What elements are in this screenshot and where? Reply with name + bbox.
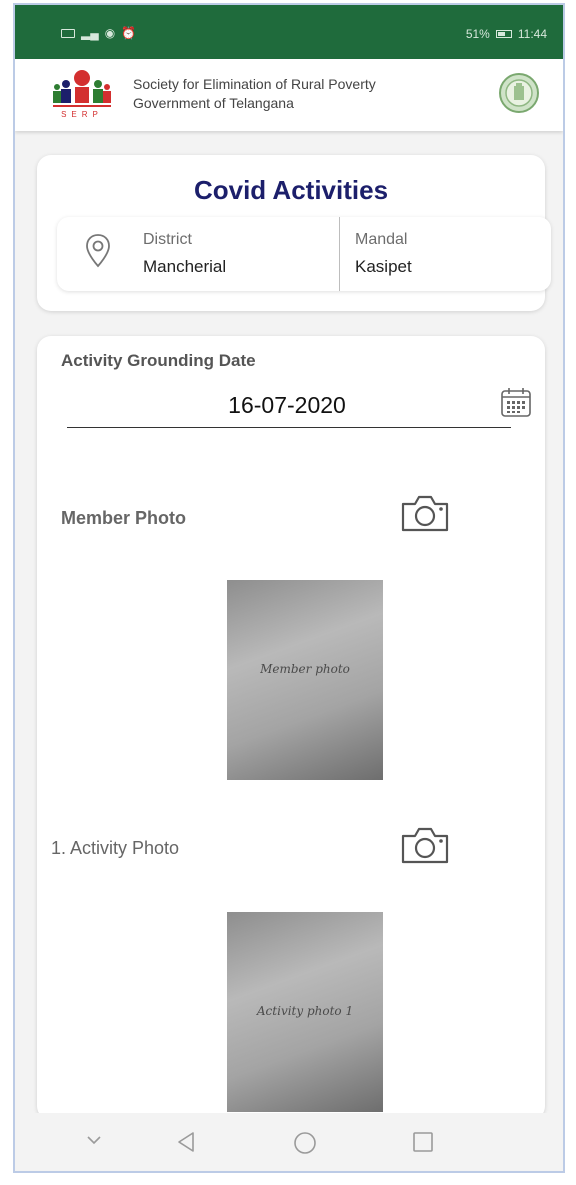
grounding-date-field[interactable]: 16-07-2020 (67, 392, 507, 419)
page-title: Covid Activities (193, 175, 389, 205)
location-box: District Mancherial Mandal Kasipet (57, 217, 551, 291)
location-card: Covid Activities District Mancherial Man… (37, 155, 551, 311)
district-value: Mancherial (143, 257, 227, 276)
grounding-date-label: Activity Grounding Date (61, 351, 256, 370)
battery-icon (495, 30, 512, 38)
recents-icon[interactable] (412, 1131, 434, 1153)
activity-photo-label: 1. Activity Photo (51, 838, 180, 858)
chevron-down-icon[interactable] (85, 1131, 103, 1149)
serp-logo: SERP (53, 70, 111, 119)
activity-photo-preview[interactable]: Activity photo 1 (227, 912, 383, 1112)
member-photo-camera-icon[interactable] (399, 492, 451, 534)
org-name: Society for Elimination of Rural Poverty… (133, 75, 376, 113)
activity-form-card: Activity Grounding Date 16-07-2020 Membe… (37, 336, 545, 1120)
mandal-label: Mandal (355, 231, 408, 248)
battery-percent: 51% (465, 27, 490, 41)
divider (339, 217, 340, 291)
logo-text: SERP (61, 110, 103, 119)
status-icons-right: 51% 11:44 (466, 27, 547, 41)
member-photo-preview[interactable]: Member photo (227, 580, 383, 780)
hotspot-icon: ◉ (104, 26, 116, 40)
home-icon[interactable] (293, 1131, 317, 1155)
status-icons-left: ▂▄ ◉ ⏰ (61, 27, 136, 39)
mandal-value: Kasipet (355, 257, 412, 276)
activity-photo-camera-icon[interactable] (399, 824, 451, 866)
alarm-icon: ⏰ (121, 26, 137, 40)
signal-icon: ▂▄ (81, 26, 99, 40)
app-header: SERP Society for Elimination of Rural Po… (15, 59, 563, 131)
clock: 11:44 (517, 27, 547, 41)
status-bar: ▂▄ ◉ ⏰ 51% 11:44 (15, 5, 563, 59)
org-line2: Government of Telangana (133, 95, 294, 111)
sim-icon (61, 28, 75, 38)
district-label: District (143, 231, 192, 248)
member-photo-caption: Member photo (260, 662, 350, 676)
calendar-icon[interactable] (499, 386, 533, 418)
back-icon[interactable] (175, 1131, 197, 1153)
date-underline (67, 427, 511, 428)
location-pin-icon (86, 234, 110, 268)
activity-photo-caption: Activity photo 1 (256, 1004, 354, 1018)
org-line1: Society for Elimination of Rural Poverty (133, 76, 376, 92)
system-nav-bar (15, 1113, 563, 1171)
member-photo-label: Member Photo (61, 508, 187, 528)
telangana-emblem-icon (499, 73, 539, 113)
phone-screen: ▂▄ ◉ ⏰ 51% 11:44 SERP Society for Elimin (13, 3, 565, 1173)
